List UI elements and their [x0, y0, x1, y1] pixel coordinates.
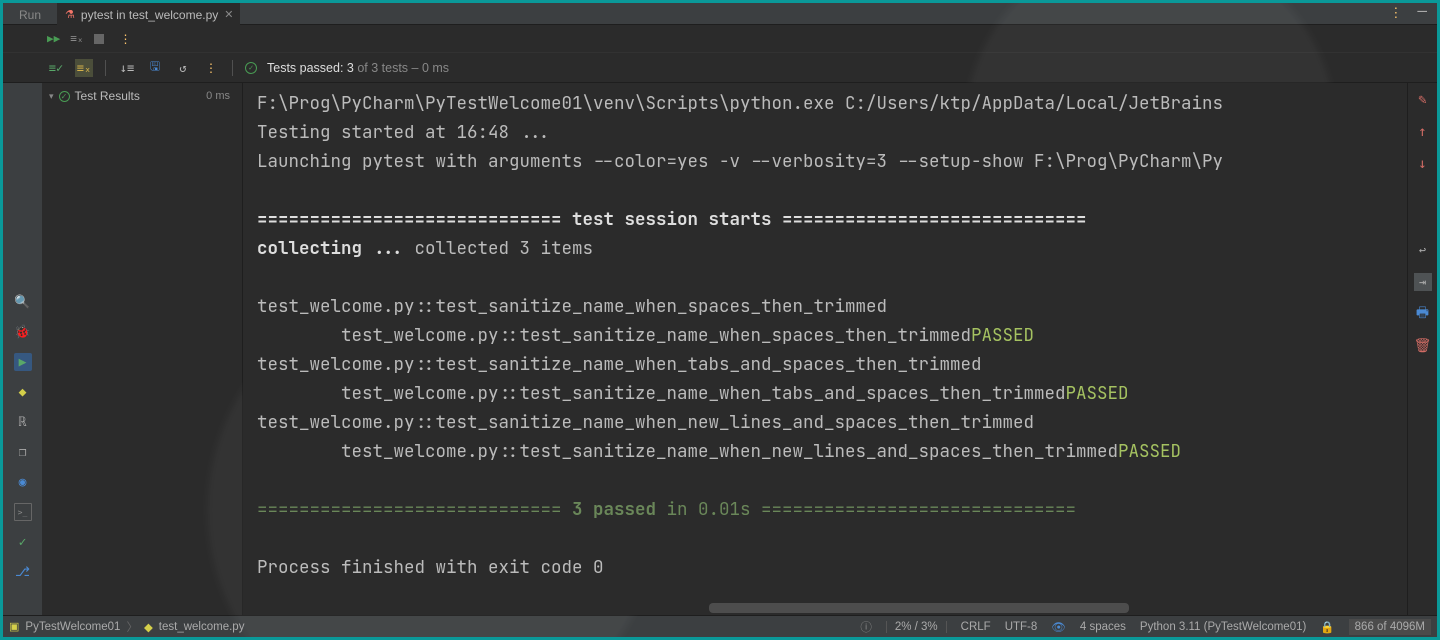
debug-button[interactable]: 🐞	[14, 323, 32, 341]
tree-root-row[interactable]: ▾ ✓ Test Results 0 ms	[43, 87, 242, 105]
status-bar: ▣ PyTestWelcome01 〉 ◆ test_welcome.py ⓘ …	[3, 615, 1437, 637]
soft-wrap-button[interactable]: ↩	[1414, 241, 1432, 259]
python-interpreter[interactable]: Python 3.11 (PyTestWelcome01)	[1140, 621, 1306, 633]
horizontal-scrollbar[interactable]	[709, 603, 1129, 613]
test-summary: Tests passed: 3 of 3 tests – 0 ms	[267, 61, 449, 75]
test-filter-toolbar: ≡✓ ≡ₓ ↓≡ 🖫 ↺ ⋮ ✓ Tests passed: 3 of 3 te…	[3, 53, 1437, 83]
prev-occurrence-button[interactable]: ↑	[1414, 123, 1432, 141]
python-file-icon: ◆	[144, 620, 153, 634]
terminal-button[interactable]: >_	[14, 503, 32, 521]
run-toolbar: ▶▶ ≡ₓ ⋮	[3, 25, 1437, 53]
line-separator[interactable]: CRLF	[961, 621, 991, 633]
test-tree[interactable]: ▾ ✓ Test Results 0 ms	[43, 83, 243, 615]
left-tool-strip: 🔍 🐞 ▶ ◆ ℝ ❐ ◉ >_ ✓ ⎇	[3, 83, 43, 615]
rerun-failed-button[interactable]: ≡ₓ	[70, 32, 83, 45]
passed-icon: ✓	[59, 91, 70, 102]
edit-source-button[interactable]: ✎	[1414, 91, 1432, 109]
services-button[interactable]: ❐	[14, 443, 32, 461]
collapse-icon[interactable]: ▾	[49, 91, 54, 102]
console-output[interactable]: F:\Prog\PyCharm\PyTestWelcome01\venv\Scr…	[243, 83, 1407, 615]
python-console-button[interactable]: ◆	[14, 383, 32, 401]
export-button[interactable]: 🖫	[146, 59, 164, 77]
sort-button[interactable]: ↓≡	[118, 59, 136, 77]
breadcrumb[interactable]: ▣ PyTestWelcome01 〉 ◆ test_welcome.py	[9, 619, 244, 635]
show-ignored-toggle[interactable]: ≡ₓ	[75, 59, 93, 77]
clear-all-button[interactable]: 🗑	[1414, 337, 1432, 355]
run-button[interactable]: ▶	[14, 353, 32, 371]
r-console-button[interactable]: ℝ	[14, 413, 32, 431]
lock-icon[interactable]: 🔒	[1320, 620, 1334, 634]
indent-setting[interactable]: 4 spaces	[1080, 621, 1126, 633]
folder-icon: ▣	[9, 620, 19, 633]
tool-options-button[interactable]: ⋮	[1389, 6, 1403, 21]
chevron-right-icon: 〉	[126, 619, 138, 635]
tab-strip: Run ⚗ pytest in test_welcome.py ✕ ⋮ —	[3, 3, 1437, 25]
notifications-icon[interactable]: ⓘ	[860, 619, 872, 635]
flask-icon: ⚗	[65, 8, 75, 21]
tool-window-title: Run	[3, 8, 57, 22]
close-tab-button[interactable]: ✕	[224, 8, 233, 21]
run-config-tab[interactable]: ⚗ pytest in test_welcome.py ✕	[57, 3, 240, 25]
file-encoding[interactable]: UTF-8	[1005, 621, 1038, 633]
indexing-progress[interactable]: 2% / 3%	[886, 621, 947, 633]
scroll-to-end-button[interactable]: ⇥	[1414, 273, 1432, 291]
reader-mode-icon[interactable]: 👁	[1051, 620, 1066, 634]
minimize-tool-button[interactable]: —	[1417, 1, 1427, 20]
breadcrumb-file: test_welcome.py	[159, 621, 245, 633]
show-passed-toggle[interactable]: ≡✓	[47, 59, 65, 77]
tab-title: pytest in test_welcome.py	[81, 8, 218, 22]
rerun-button[interactable]: ▶▶	[47, 32, 60, 45]
next-occurrence-button[interactable]: ↓	[1414, 155, 1432, 173]
run-more-button[interactable]: ⋮	[120, 32, 132, 46]
problems-button[interactable]: ✓	[14, 533, 32, 551]
test-options-button[interactable]: ⋮	[202, 59, 220, 77]
breadcrumb-project: PyTestWelcome01	[25, 621, 120, 633]
status-passed-icon: ✓	[245, 62, 257, 74]
console-side-toolbar: ✎ ↑ ↓ ↩ ⇥ 🖶 🗑	[1407, 83, 1437, 615]
history-button[interactable]: ↺	[174, 59, 192, 77]
plugin-blue-button[interactable]: ◉	[14, 473, 32, 491]
git-button[interactable]: ⎇	[14, 563, 32, 581]
print-button[interactable]: 🖶	[1414, 305, 1432, 323]
find-button[interactable]: 🔍	[14, 293, 32, 311]
tree-root-time: 0 ms	[206, 90, 236, 102]
tree-root-label: Test Results	[75, 89, 140, 103]
stop-button[interactable]	[94, 34, 104, 44]
memory-indicator[interactable]: 866 of 4096M	[1349, 619, 1431, 635]
